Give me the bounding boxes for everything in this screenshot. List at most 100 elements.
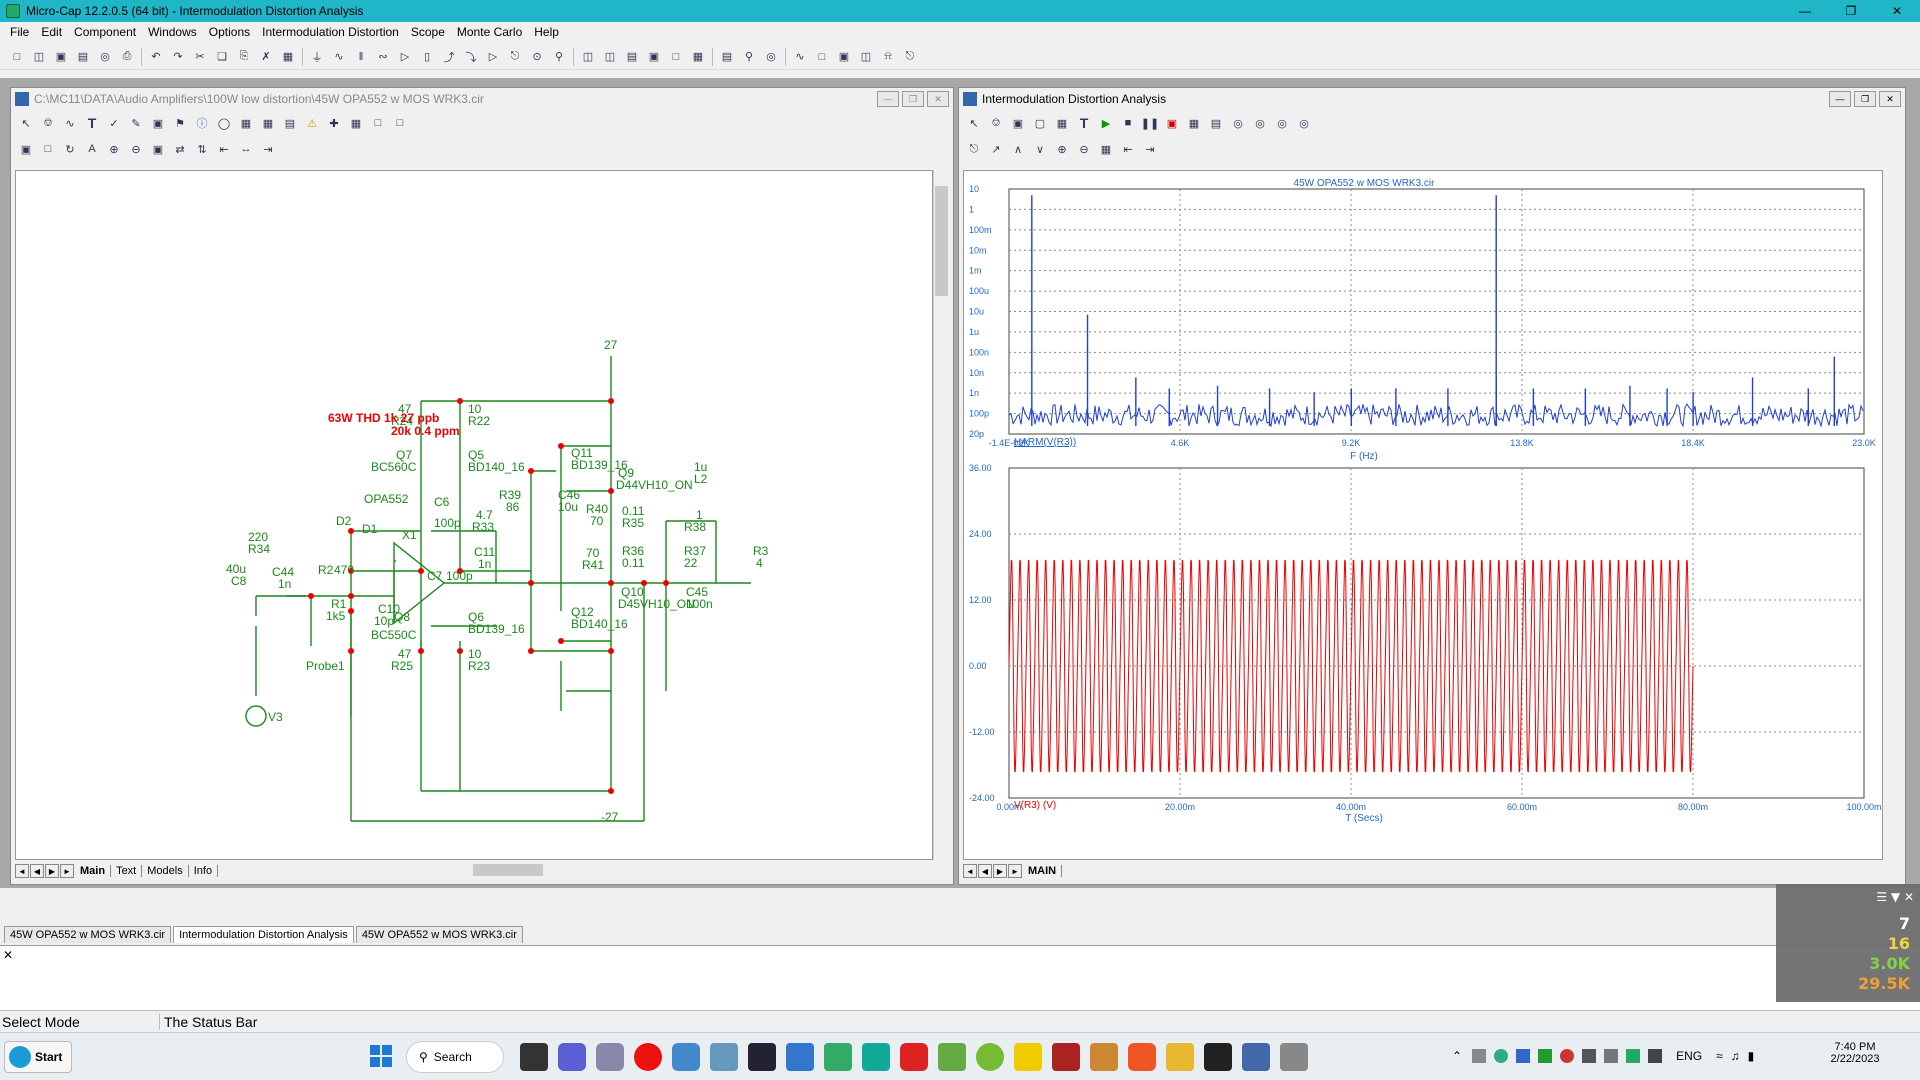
app-icon[interactable]	[938, 1043, 966, 1071]
calculator-icon[interactable]: ▦	[689, 48, 707, 66]
tab-models[interactable]: Models	[142, 865, 189, 877]
restore-icon[interactable]: ❐	[1854, 91, 1876, 107]
find-peak-icon[interactable]: ◎	[1229, 114, 1247, 132]
copy-icon[interactable]: ❏	[213, 48, 231, 66]
tab-last-icon[interactable]: ►	[60, 864, 74, 878]
analysis-plot-area[interactable]: 45W OPA552 w MOS WRK3.cir 10 1 100m 10m 1m 10…	[963, 170, 1883, 860]
chevron-up-icon[interactable]: ⌃	[1452, 1049, 1462, 1063]
minimize-icon[interactable]: —	[877, 91, 899, 107]
tag-icon[interactable]: ▦	[1053, 114, 1071, 132]
menu-scope[interactable]: Scope	[405, 25, 451, 39]
crosshair-icon[interactable]: ✚	[325, 114, 343, 132]
restore-icon[interactable]: ❐	[902, 91, 924, 107]
component-panel-icon[interactable]: ▤	[718, 48, 736, 66]
open-folder-icon[interactable]: ◫	[30, 48, 48, 66]
block-icon[interactable]: ▣	[149, 114, 167, 132]
globe-icon[interactable]: ◎	[762, 48, 780, 66]
tab-next-icon[interactable]: ▶	[45, 864, 59, 878]
zoom-in-icon[interactable]: ⊕	[1053, 140, 1071, 158]
app-icon[interactable]	[862, 1043, 890, 1071]
overlay-controls[interactable]: ☰ ▼ ✕	[1876, 890, 1914, 904]
limits-icon[interactable]: ▣	[1163, 114, 1181, 132]
tray-app-icon[interactable]	[1582, 1049, 1597, 1063]
text-tool-icon[interactable]: T	[83, 114, 101, 132]
opera-icon[interactable]	[634, 1043, 662, 1071]
mirror-icon[interactable]: ⇄	[171, 140, 189, 158]
tile-horizontal-icon[interactable]: ▤	[623, 48, 641, 66]
print-preview-icon[interactable]: ◎	[96, 48, 114, 66]
info-icon[interactable]: ⓘ	[193, 114, 211, 132]
tab-prev-icon[interactable]: ◀	[978, 864, 992, 878]
file-explorer-icon[interactable]	[1166, 1043, 1194, 1071]
cascade-icon[interactable]: ◫	[579, 48, 597, 66]
zoom-box-icon[interactable]: ▢	[1031, 114, 1049, 132]
tab-main[interactable]: Main	[75, 865, 112, 877]
schematic-canvas[interactable]: 27 -27 47 R24 10 R22 Q7 BC560C Q5 BD140_…	[15, 170, 933, 860]
tab-next-icon[interactable]: ▶	[993, 864, 1007, 878]
source-icon[interactable]: ⊙	[528, 48, 546, 66]
flip-icon[interactable]: ⇅	[193, 140, 211, 158]
zoom-out-icon[interactable]: ⊖	[127, 140, 145, 158]
table-icon[interactable]: ▦	[259, 114, 277, 132]
menu-component[interactable]: Component	[68, 25, 142, 39]
close-icon[interactable]: ✕	[1879, 91, 1901, 107]
window-icon[interactable]: ▣	[645, 48, 663, 66]
schematic-title-bar[interactable]: C:\MC11\DATA\Audio Amplifiers\100W low d…	[11, 88, 953, 110]
align-center-icon[interactable]: ↔	[237, 140, 255, 158]
tray-app-icon[interactable]	[1494, 1049, 1509, 1063]
delete-icon[interactable]: ✗	[257, 48, 275, 66]
peak-icon[interactable]: ∧	[1009, 140, 1027, 158]
task-view-icon[interactable]	[520, 1043, 548, 1071]
box-icon[interactable]: □	[39, 140, 57, 158]
help-icon[interactable]: ◯	[215, 114, 233, 132]
undo-icon[interactable]: ↶	[147, 48, 165, 66]
schematic-hscrollbar[interactable]	[455, 862, 933, 878]
scope-icon[interactable]: ⍾	[879, 48, 897, 66]
select-arrow-icon[interactable]: ↖	[17, 114, 35, 132]
cursor-icon[interactable]: ▣	[1009, 114, 1027, 132]
slope-icon[interactable]: ↗	[987, 140, 1005, 158]
tray-app-icon[interactable]	[1516, 1049, 1531, 1063]
print-icon[interactable]: ⎙	[118, 48, 136, 66]
select-arrow-icon[interactable]: ↖	[965, 114, 983, 132]
vivaldi-icon[interactable]	[900, 1043, 928, 1071]
stop-icon[interactable]: ■	[1119, 114, 1137, 132]
notepad-icon[interactable]	[1242, 1043, 1270, 1071]
page-icon[interactable]: □	[369, 114, 387, 132]
app-icon[interactable]	[672, 1043, 700, 1071]
dc-icon[interactable]: ▣	[835, 48, 853, 66]
pause-icon[interactable]: ❚❚	[1141, 114, 1159, 132]
align-right-icon[interactable]: ⇥	[1141, 140, 1159, 158]
battery-icon[interactable]: ▯	[418, 48, 436, 66]
dots-grid-icon[interactable]: ▦	[347, 114, 365, 132]
schematic-vscroll-thumb[interactable]	[935, 186, 948, 296]
ac-icon[interactable]: □	[813, 48, 831, 66]
wire-icon[interactable]: ∿	[61, 114, 79, 132]
tab-info[interactable]: Info	[189, 865, 219, 877]
probe-icon[interactable]: ⚲	[550, 48, 568, 66]
scale-icon[interactable]: ⎊	[987, 114, 1005, 132]
grid-icon[interactable]: ▦	[237, 114, 255, 132]
chart-app-icon[interactable]	[710, 1043, 738, 1071]
ground-icon[interactable]: ⏚	[308, 48, 326, 66]
minimize-icon[interactable]: —	[1829, 91, 1851, 107]
app-icon[interactable]	[786, 1043, 814, 1071]
rotate-icon[interactable]: ↻	[61, 140, 79, 158]
menu-edit[interactable]: Edit	[35, 25, 68, 39]
clock[interactable]: 7:40 PM 2/22/2023	[1820, 1041, 1890, 1065]
close-icon[interactable]: ✕	[1874, 0, 1920, 22]
run-icon[interactable]: ▶	[1097, 114, 1115, 132]
align-left-icon[interactable]: ⇤	[1119, 140, 1137, 158]
app-icon[interactable]	[1090, 1043, 1118, 1071]
diode-icon[interactable]: ▷	[396, 48, 414, 66]
schematic-vscrollbar[interactable]	[933, 170, 949, 860]
maximize-icon[interactable]: ❐	[1828, 0, 1874, 22]
find-text-icon[interactable]: A	[83, 140, 101, 158]
app-icon[interactable]	[1014, 1043, 1042, 1071]
menu-intermodulation-distortion[interactable]: Intermodulation Distortion	[256, 25, 405, 39]
wifi-icon[interactable]: ≈	[1716, 1049, 1723, 1063]
analysis-title-bar[interactable]: Intermodulation Distortion Analysis — ❐ …	[959, 88, 1905, 110]
tray-app-icon[interactable]	[1604, 1049, 1619, 1063]
find-high-icon[interactable]: ◎	[1273, 114, 1291, 132]
paste-icon[interactable]: ⎘	[235, 48, 253, 66]
